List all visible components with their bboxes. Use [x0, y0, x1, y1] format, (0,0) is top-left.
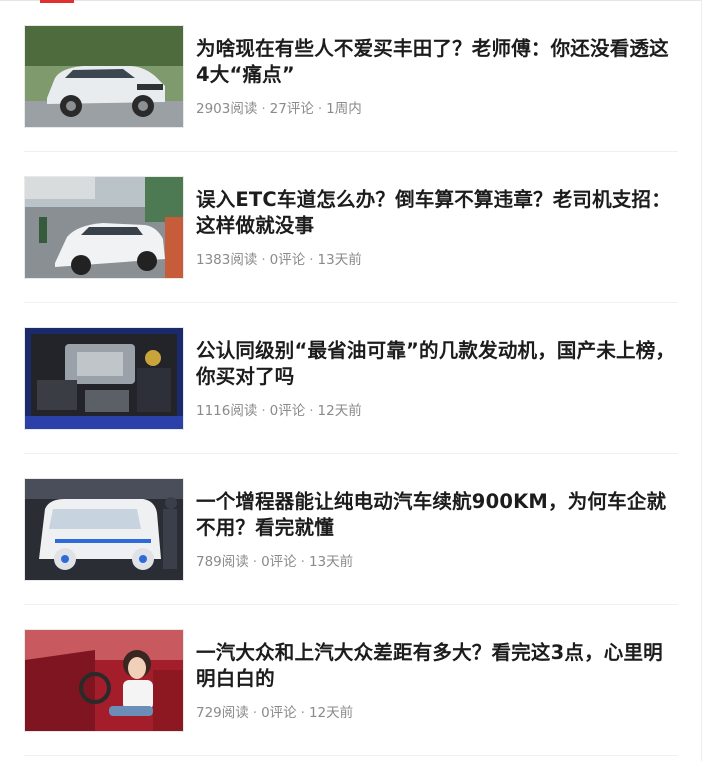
engine-bay-photo-icon: [25, 328, 183, 429]
comment-count[interactable]: 0评论: [261, 554, 297, 570]
article-title[interactable]: 误入ETC车道怎么办？倒车算不算违章？老司机支招：这样做就没事: [196, 187, 678, 239]
article-feed: 为啥现在有些人不爱买丰田了？老师傅：你还没看透这4大“痛点” 2903阅读 · 27…: [24, 0, 678, 761]
woman-in-red-car-photo-icon: [25, 630, 183, 731]
article-item[interactable]: 一个增程器能让纯电动汽车续航900KM，为何车企就不用？看完就懂 789阅读 · 0…: [24, 453, 678, 605]
article-meta: 789阅读 · 0评论 · 13天前: [196, 550, 353, 570]
publish-time: 1周内: [326, 101, 362, 117]
article-thumbnail-ev[interactable]: [24, 478, 184, 581]
article-thumbnail-engine[interactable]: [24, 327, 184, 430]
meta-separator: ·: [252, 554, 258, 570]
article-title[interactable]: 公认同级别“最省油可靠”的几款发动机，国产未上榜，你买对了吗: [196, 338, 678, 390]
meta-separator: ·: [300, 554, 305, 570]
article-item[interactable]: 公认同级别“最省油可靠”的几款发动机，国产未上榜，你买对了吗 1116阅读 · 0评…: [24, 302, 678, 454]
publish-time: 13天前: [308, 554, 354, 570]
article-meta: 2903阅读 · 27评论 · 1周内: [196, 97, 362, 117]
meta-separator: ·: [252, 705, 258, 721]
read-count: 789阅读: [196, 554, 249, 570]
toll-lane-car-photo-icon: [25, 177, 183, 278]
meta-separator: ·: [300, 705, 305, 721]
meta-separator: ·: [309, 252, 314, 268]
meta-separator: ·: [309, 403, 314, 419]
article-title[interactable]: 一个增程器能让纯电动汽车续航900KM，为何车企就不用？看完就懂: [196, 489, 678, 541]
read-count: 1116阅读: [196, 403, 258, 419]
comment-count[interactable]: 0评论: [261, 705, 297, 721]
comment-count[interactable]: 27评论: [270, 101, 314, 117]
article-thumbnail-toll[interactable]: [24, 176, 184, 279]
meta-separator: ·: [317, 101, 323, 117]
white-suv-photo-icon: [25, 26, 183, 127]
read-count: 2903阅读: [196, 101, 258, 117]
article-thumbnail-suv[interactable]: [24, 25, 184, 128]
article-item[interactable]: 一汽大众和上汽大众差距有多大？看完这3点，心里明明白白的 729阅读 · 0评论 · 1…: [24, 604, 678, 756]
publish-time: 12天前: [308, 705, 354, 721]
article-meta: 1383阅读 · 0评论 · 13天前: [196, 248, 362, 268]
article-title[interactable]: 一汽大众和上汽大众差距有多大？看完这3点，心里明明白白的: [196, 640, 678, 692]
item-divider: [24, 755, 678, 756]
read-count: 1383阅读: [196, 252, 258, 268]
read-count: 729阅读: [196, 705, 249, 721]
meta-separator: ·: [261, 252, 266, 268]
meta-separator: ·: [261, 101, 266, 117]
publish-time: 13天前: [317, 252, 362, 268]
meta-separator: ·: [261, 403, 266, 419]
article-item[interactable]: 为啥现在有些人不爱买丰田了？老师傅：你还没看透这4大“痛点” 2903阅读 · 27…: [24, 0, 678, 152]
article-meta: 729阅读 · 0评论 · 12天前: [196, 701, 353, 721]
article-title[interactable]: 为啥现在有些人不爱买丰田了？老师傅：你还没看透这4大“痛点”: [196, 36, 678, 88]
publish-time: 12天前: [317, 403, 362, 419]
article-item[interactable]: 误入ETC车道怎么办？倒车算不算违章？老司机支招：这样做就没事 1383阅读 · 0…: [24, 151, 678, 303]
article-meta: 1116阅读 · 0评论 · 12天前: [196, 399, 362, 419]
article-thumbnail-woman-car[interactable]: [24, 629, 184, 732]
electric-concept-car-photo-icon: [25, 479, 183, 580]
comment-count[interactable]: 0评论: [270, 252, 306, 268]
comment-count[interactable]: 0评论: [270, 403, 306, 419]
